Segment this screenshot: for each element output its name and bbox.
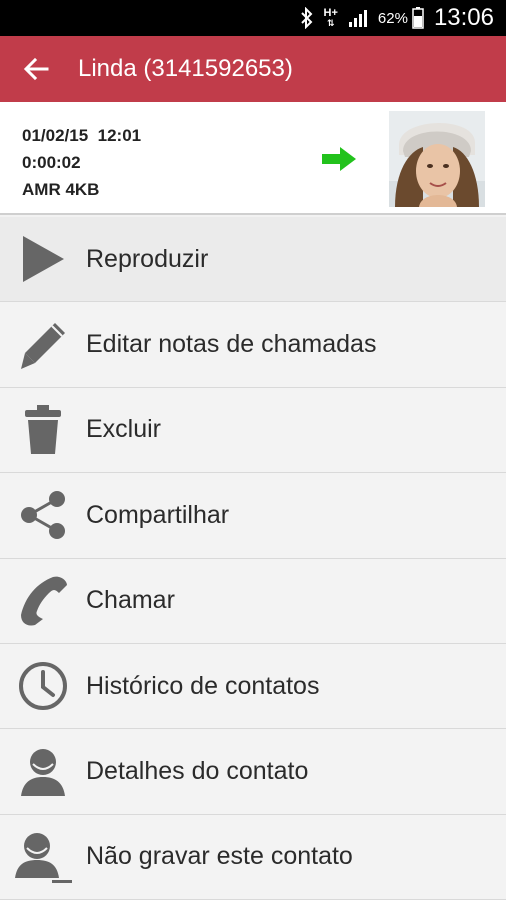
recording-datetime: 01/02/15 12:01 xyxy=(22,126,142,145)
outgoing-call-arrow-icon xyxy=(320,146,358,177)
menu-item-label: Histórico de contatos xyxy=(86,671,320,700)
share-icon xyxy=(0,473,86,558)
back-button[interactable] xyxy=(0,36,72,102)
menu-item-label: Excluir xyxy=(86,415,162,444)
person-icon xyxy=(0,729,86,814)
menu-item-play[interactable]: Reproduzir xyxy=(0,217,506,303)
phone-icon xyxy=(0,558,86,643)
menu-item-contact-history[interactable]: Histórico de contatos xyxy=(0,643,506,730)
menu-item-share[interactable]: Compartilhar xyxy=(0,473,506,559)
menu-item-label: Chamar xyxy=(86,586,175,615)
menu-item-edit-notes[interactable]: Editar notas de chamadas xyxy=(0,302,506,388)
page-title: Linda (3141592653) xyxy=(78,55,293,82)
action-menu: Reproduzir Editar notas de chamadas Excl… xyxy=(0,217,506,900)
clock: 13:06 xyxy=(433,4,494,31)
menu-item-label: Compartilhar xyxy=(86,500,230,529)
play-icon xyxy=(0,217,86,302)
contact-photo[interactable] xyxy=(389,111,485,207)
network-type-icon: H+ ⇅ xyxy=(323,7,338,29)
menu-item-label: Reproduzir xyxy=(86,244,209,273)
menu-item-do-not-record[interactable]: Não gravar este contato xyxy=(0,814,506,900)
pencil-icon xyxy=(0,302,86,387)
battery-percent: 62% xyxy=(377,9,408,27)
menu-item-delete[interactable]: Excluir xyxy=(0,387,506,474)
recording-info-panel: 01/02/15 12:01 0:00:02 AMR 4KB xyxy=(0,102,506,215)
menu-item-contact-details[interactable]: Detalhes do contato xyxy=(0,729,506,815)
menu-item-label: Não gravar este contato xyxy=(86,842,353,871)
trash-icon xyxy=(0,387,86,472)
person-blocked-icon xyxy=(0,814,86,899)
recording-format: AMR 4KB xyxy=(22,180,100,199)
network-type-label: H+ xyxy=(323,7,338,19)
recording-duration: 0:00:02 xyxy=(22,153,81,172)
status-bar: H+ ⇅ 62% 13:06 xyxy=(0,0,506,36)
menu-item-call[interactable]: Chamar xyxy=(0,558,506,644)
signal-icon xyxy=(348,8,370,28)
arrow-back-icon xyxy=(23,57,49,81)
menu-item-label: Detalhes do contato xyxy=(86,757,309,786)
bluetooth-icon xyxy=(300,7,314,29)
app-bar: Linda (3141592653) xyxy=(0,36,506,102)
clock-icon xyxy=(0,644,86,729)
battery-icon xyxy=(412,7,424,29)
menu-item-label: Editar notas de chamadas xyxy=(86,330,377,359)
